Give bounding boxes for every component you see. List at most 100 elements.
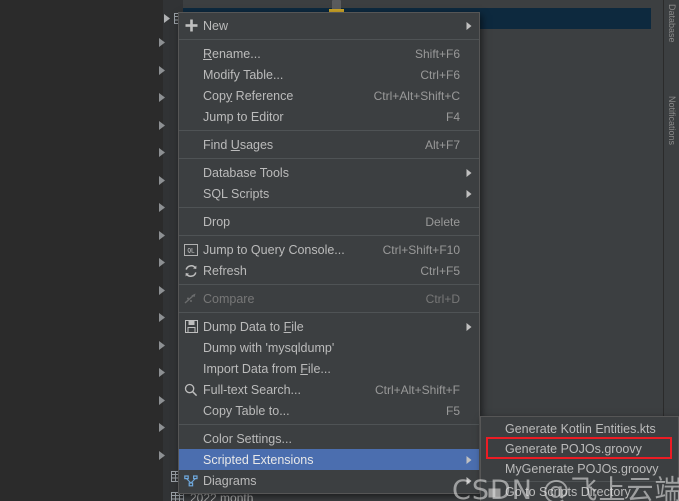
triangle-right-icon[interactable] <box>160 8 173 29</box>
menu-item-label: Dump with 'mysqldump' <box>203 340 335 355</box>
menu-item-label: SQL Scripts <box>203 186 270 201</box>
menu-item-drop[interactable]: Drop Delete <box>179 211 479 232</box>
menu-item-label: Scripted Extensions <box>203 452 314 467</box>
submenu-item-generate-kotlin-entities[interactable]: Generate Kotlin Entities.kts <box>481 419 678 439</box>
menu-item-shortcut: Ctrl+F6 <box>420 67 460 82</box>
diagram-icon <box>181 471 201 491</box>
watermark-text: CSDN @飞上云端看世界 <box>452 475 679 501</box>
menu-item-jump-to-query-console[interactable]: QL Jump to Query Console... Ctrl+Shift+F10 <box>179 239 479 260</box>
tree-expand-arrow-icon[interactable] <box>158 447 171 460</box>
menu-item-modify-table[interactable]: Modify Table... Ctrl+F6 <box>179 64 479 85</box>
menu-item-label: Copy Table to... <box>203 403 290 418</box>
menu-item-label: Jump to Editor <box>203 109 284 124</box>
menu-item-label: Import Data from File... <box>203 361 331 376</box>
tree-expand-arrow-icon[interactable] <box>158 62 171 75</box>
plus-icon <box>181 16 201 36</box>
tree-expand-arrow-icon[interactable] <box>158 392 171 405</box>
tree-expand-arrow-icon[interactable] <box>158 227 171 240</box>
menu-item-label: Diagrams <box>203 473 257 488</box>
no-icon <box>181 212 201 232</box>
menu-item-label: Find Usages <box>203 137 274 152</box>
menu-item-sql-scripts[interactable]: SQL Scripts <box>179 183 479 204</box>
tree-expand-arrow-icon[interactable] <box>158 254 171 267</box>
tree-expand-arrow-icon[interactable] <box>158 144 171 157</box>
menu-item-find-usages[interactable]: Find Usages Alt+F7 <box>179 134 479 155</box>
menu-item-copy-reference[interactable]: Copy Reference Ctrl+Alt+Shift+C <box>179 85 479 106</box>
menu-item-dump-with-mysqldump[interactable]: Dump with 'mysqldump' <box>179 337 479 358</box>
menu-item-shortcut: Shift+F6 <box>414 46 460 61</box>
menu-item-jump-to-editor[interactable]: Jump to Editor F4 <box>179 106 479 127</box>
table-context-menu[interactable]: New Rename... Shift+F6 Modify Table... Ctrl+… <box>178 12 480 494</box>
editor-background-pane <box>0 0 163 501</box>
tree-expand-arrow-icon[interactable] <box>158 337 171 350</box>
menu-item-new[interactable]: New <box>179 15 479 36</box>
menu-item-refresh[interactable]: Refresh Ctrl+F5 <box>179 260 479 281</box>
menu-separator <box>179 39 479 40</box>
menu-item-label: Compare <box>203 291 255 306</box>
no-icon <box>181 86 201 106</box>
submenu-item-generate-pojos[interactable]: Generate POJOs.groovy <box>481 439 678 459</box>
screenshot-root: 1月营收 20222022 month Database Notificatio… <box>0 0 679 501</box>
no-icon <box>181 184 201 204</box>
no-icon <box>181 107 201 127</box>
menu-item-dump-data-to-file[interactable]: Dump Data to File <box>179 316 479 337</box>
tree-expand-arrow-icon[interactable] <box>158 282 171 295</box>
chevron-right-icon <box>460 168 472 177</box>
no-icon <box>181 359 201 379</box>
menu-item-diagrams[interactable]: Diagrams <box>179 470 479 491</box>
no-icon <box>181 401 201 421</box>
chevron-right-icon <box>460 455 472 464</box>
tree-expand-arrow-icon[interactable] <box>158 34 171 47</box>
tree-expand-arrow-icon[interactable] <box>158 117 171 130</box>
menu-item-label: Dump Data to File <box>203 319 304 334</box>
menu-separator <box>179 284 479 285</box>
menu-item-label: Color Settings... <box>203 431 292 446</box>
no-icon <box>181 163 201 183</box>
menu-item-shortcut: Delete <box>425 214 460 229</box>
save-icon <box>181 317 201 337</box>
svg-text:QL: QL <box>187 247 195 254</box>
no-icon <box>181 429 201 449</box>
menu-item-compare[interactable]: Compare Ctrl+D <box>179 288 479 309</box>
stripe-label-database[interactable]: Database <box>667 4 677 43</box>
tree-expand-arrow-icon[interactable] <box>158 309 171 322</box>
search-icon <box>181 380 201 400</box>
menu-item-import-data-from-file[interactable]: Import Data from File... <box>179 358 479 379</box>
menu-separator <box>179 312 479 313</box>
menu-separator <box>179 424 479 425</box>
chevron-right-icon <box>460 322 472 331</box>
tree-expand-arrow-icon[interactable] <box>158 199 171 212</box>
menu-item-color-settings[interactable]: Color Settings... <box>179 428 479 449</box>
no-icon <box>181 44 201 64</box>
menu-item-label: New <box>203 18 229 33</box>
menu-item-full-text-search[interactable]: Full-text Search... Ctrl+Alt+Shift+F <box>179 379 479 400</box>
menu-item-scripted-extensions[interactable]: Scripted Extensions <box>179 449 479 470</box>
menu-item-rename[interactable]: Rename... Shift+F6 <box>179 43 479 64</box>
menu-item-copy-table-to[interactable]: Copy Table to... F5 <box>179 400 479 421</box>
menu-item-label: Jump to Query Console... <box>203 242 345 257</box>
chevron-right-icon <box>460 189 472 198</box>
menu-item-label: Modify Table... <box>203 67 284 82</box>
tree-expand-arrow-icon[interactable] <box>158 172 171 185</box>
menu-item-label: Full-text Search... <box>203 382 301 397</box>
stripe-label-notifications[interactable]: Notifications <box>667 96 677 145</box>
no-icon <box>181 65 201 85</box>
chevron-right-icon <box>460 21 472 30</box>
refresh-icon <box>181 261 201 281</box>
menu-item-shortcut: F5 <box>445 403 460 418</box>
no-icon <box>181 338 201 358</box>
tree-row-partial-top <box>183 0 651 8</box>
tree-expand-arrow-icon[interactable] <box>158 89 171 102</box>
menu-item-shortcut: Ctrl+F5 <box>420 263 460 278</box>
tree-expand-arrow-icon[interactable] <box>158 364 171 377</box>
menu-item-label: Rename... <box>203 46 261 61</box>
no-icon <box>181 450 201 470</box>
menu-item-shortcut: Ctrl+D <box>425 291 460 306</box>
menu-separator <box>179 207 479 208</box>
tree-expand-arrow-icon[interactable] <box>158 419 171 432</box>
compare-icon <box>181 289 201 309</box>
menu-item-shortcut: Ctrl+Alt+Shift+F <box>374 382 460 397</box>
menu-item-label: Database Tools <box>203 165 289 180</box>
menu-item-database-tools[interactable]: Database Tools <box>179 162 479 183</box>
menu-item-label: Copy Reference <box>203 88 294 103</box>
